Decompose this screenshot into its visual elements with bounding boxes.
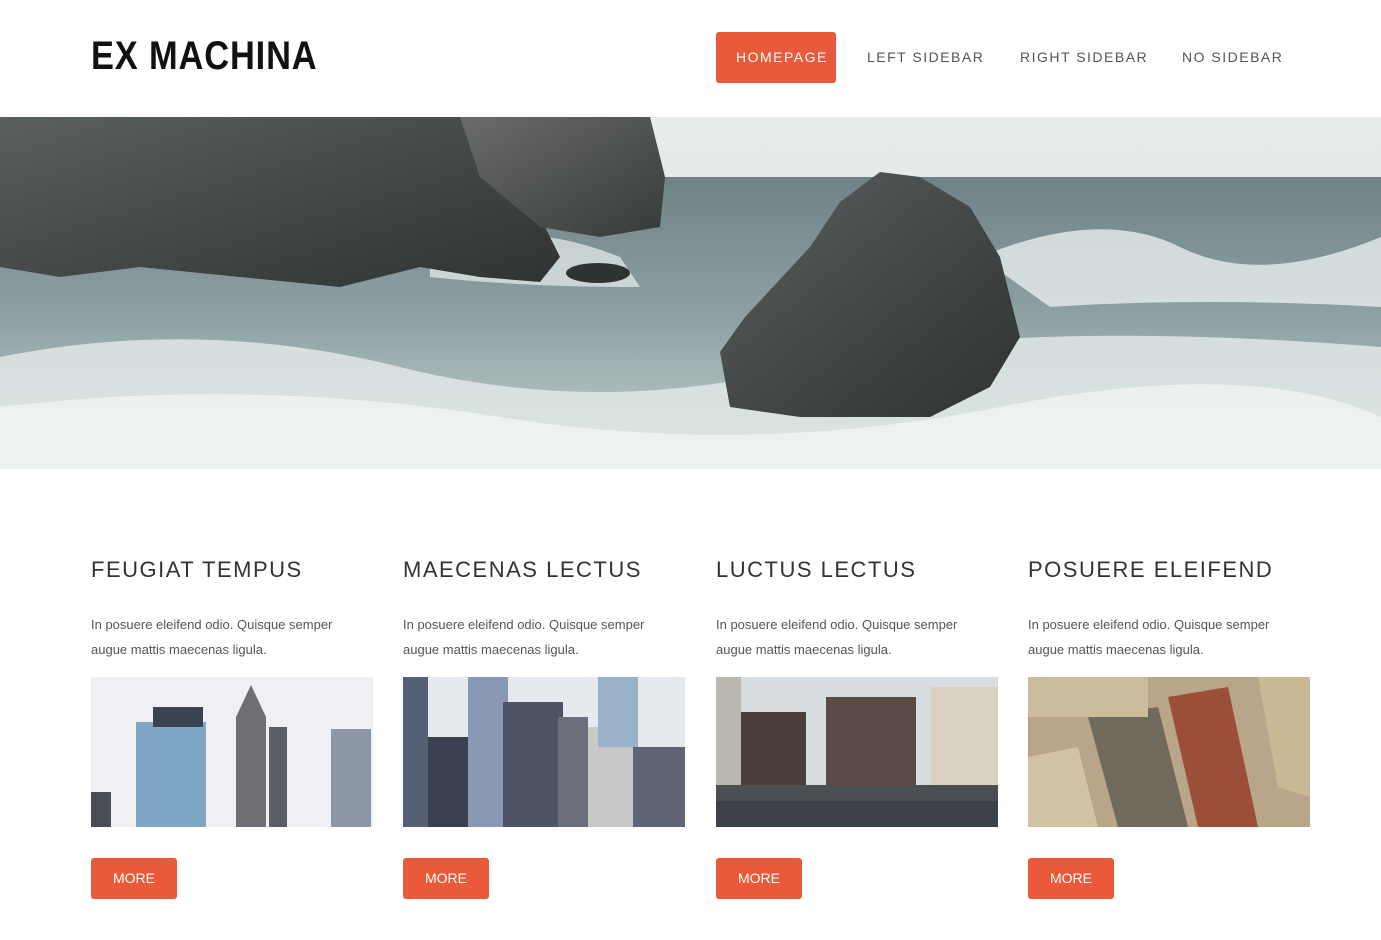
nav-item-homepage[interactable]: HOMEPAGE [716,32,836,83]
card-text: In posuere eleifend odio. Quisque semper… [91,617,333,657]
site-logo[interactable]: EX MACHINA [91,34,317,79]
site-header: EX MACHINA HOMEPAGE LEFT SIDEBAR RIGHT S… [0,0,1381,117]
more-button[interactable]: MORE [716,858,802,899]
more-button[interactable]: MORE [91,858,177,899]
card-text: In posuere eleifend odio. Quisque semper… [716,617,958,657]
feature-card: FEUGIAT TEMPUS In posuere eleifend odio.… [91,555,373,899]
hero-banner-image [0,117,1381,469]
nav-item-right-sidebar[interactable]: RIGHT SIDEBAR [1020,32,1148,83]
card-text: In posuere eleifend odio. Quisque semper… [403,617,645,657]
card-title: LUCTUS LECTUS [716,557,917,582]
card-title: POSUERE ELEIFEND [1028,557,1274,582]
card-text: In posuere eleifend odio. Quisque semper… [1028,617,1270,657]
more-button[interactable]: MORE [403,858,489,899]
nav-item-no-sidebar[interactable]: NO SIDEBAR [1182,32,1283,83]
more-button[interactable]: MORE [1028,858,1114,899]
card-title: MAECENAS LECTUS [403,557,642,582]
card-title: FEUGIAT TEMPUS [91,557,303,582]
card-image-skyscrapers [91,677,373,827]
card-image-downtown [403,677,685,827]
feature-card: LUCTUS LECTUS In posuere eleifend odio. … [716,555,998,899]
nav-item-left-sidebar[interactable]: LEFT SIDEBAR [867,32,984,83]
feature-card: POSUERE ELEIFEND In posuere eleifend odi… [1028,555,1310,899]
card-image-aerial-city [1028,677,1310,827]
feature-card: MAECENAS LECTUS In posuere eleifend odio… [403,555,685,899]
card-image-waterfront [716,677,998,827]
